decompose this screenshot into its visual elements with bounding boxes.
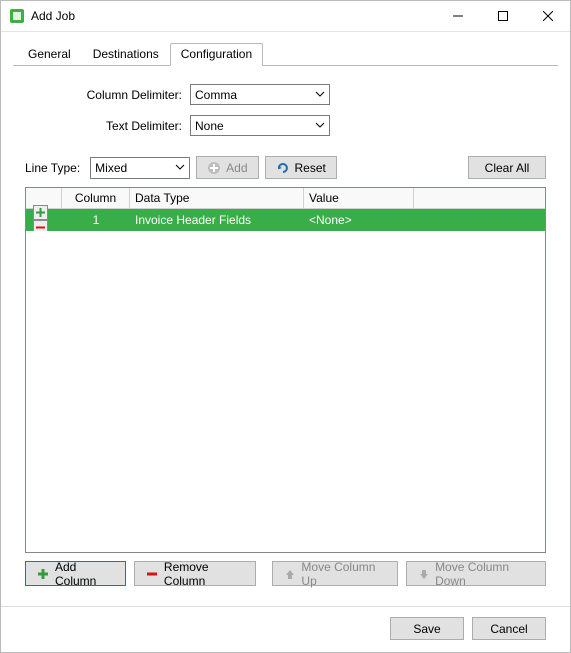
add-job-window: Add Job General Destinations Configurati… [0, 0, 571, 653]
tab-destinations[interactable]: Destinations [82, 43, 170, 66]
move-up-label: Move Column Up [301, 560, 387, 588]
add-line-label: Add [226, 161, 247, 175]
add-column-label: Add Column [55, 560, 115, 588]
arrow-up-icon [283, 567, 296, 581]
plus-icon [36, 567, 50, 581]
tab-general[interactable]: General [17, 43, 82, 66]
row-spacer [414, 217, 545, 223]
line-type-label: Line Type: [25, 161, 84, 175]
reset-button[interactable]: Reset [265, 156, 337, 179]
grid-header-spacer [414, 188, 545, 208]
column-buttons-bar: Add Column Remove Column Move Column Up … [25, 553, 546, 596]
line-type-select[interactable]: Mixed [90, 157, 190, 179]
line-type-value: Mixed [95, 161, 127, 175]
column-delimiter-value: Comma [195, 88, 237, 102]
minus-icon [145, 567, 159, 581]
minimize-button[interactable] [435, 1, 480, 31]
grid-header: Column Data Type Value [26, 188, 545, 209]
move-column-up-button[interactable]: Move Column Up [272, 561, 398, 586]
text-delimiter-value: None [195, 119, 224, 133]
maximize-button[interactable] [480, 1, 525, 31]
clear-all-button[interactable]: Clear All [468, 156, 546, 179]
text-delimiter-label: Text Delimiter: [25, 119, 190, 133]
add-line-button[interactable]: Add [196, 156, 258, 179]
reset-label: Reset [295, 161, 326, 175]
add-column-button[interactable]: Add Column [25, 561, 126, 586]
window-title: Add Job [31, 9, 75, 23]
text-delimiter-select[interactable]: None [190, 115, 330, 136]
grid-header-column[interactable]: Column [62, 188, 130, 208]
row-value: <None> [304, 210, 414, 230]
chevron-down-icon [315, 89, 325, 99]
remove-column-label: Remove Column [164, 560, 246, 588]
app-icon [9, 8, 25, 24]
close-button[interactable] [525, 1, 570, 31]
titlebar: Add Job [1, 1, 570, 32]
line-type-bar: Line Type: Mixed Add Reset Clear All [25, 156, 546, 179]
remove-column-button[interactable]: Remove Column [134, 561, 257, 586]
column-delimiter-select[interactable]: Comma [190, 84, 330, 105]
grid-header-value[interactable]: Value [304, 188, 414, 208]
grid-row[interactable]: 1 Invoice Header Fields <None> [26, 209, 545, 231]
column-delimiter-label: Column Delimiter: [25, 88, 190, 102]
tab-configuration[interactable]: Configuration [170, 43, 263, 66]
row-column-number: 1 [62, 210, 130, 230]
arrow-down-icon [417, 567, 430, 581]
row-add-button[interactable] [33, 205, 48, 220]
reset-icon [276, 161, 290, 175]
clear-all-label: Clear All [485, 161, 530, 175]
columns-grid: Column Data Type Value 1 Invoice Header … [25, 187, 546, 553]
plus-circle-icon [207, 161, 221, 175]
content-area: General Destinations Configuration Colum… [1, 32, 570, 652]
grid-body-empty [26, 231, 545, 552]
configuration-panel: Column Delimiter: Comma Text Delimiter: … [13, 66, 558, 606]
save-button[interactable]: Save [390, 617, 464, 640]
move-down-label: Move Column Down [435, 560, 535, 588]
chevron-down-icon [315, 120, 325, 130]
row-data-type: Invoice Header Fields [130, 210, 304, 230]
grid-header-datatype[interactable]: Data Type [130, 188, 304, 208]
chevron-down-icon [175, 162, 185, 172]
tab-bar: General Destinations Configuration [13, 42, 558, 66]
move-column-down-button[interactable]: Move Column Down [406, 561, 546, 586]
cancel-button[interactable]: Cancel [472, 617, 546, 640]
dialog-footer: Save Cancel [13, 607, 558, 652]
